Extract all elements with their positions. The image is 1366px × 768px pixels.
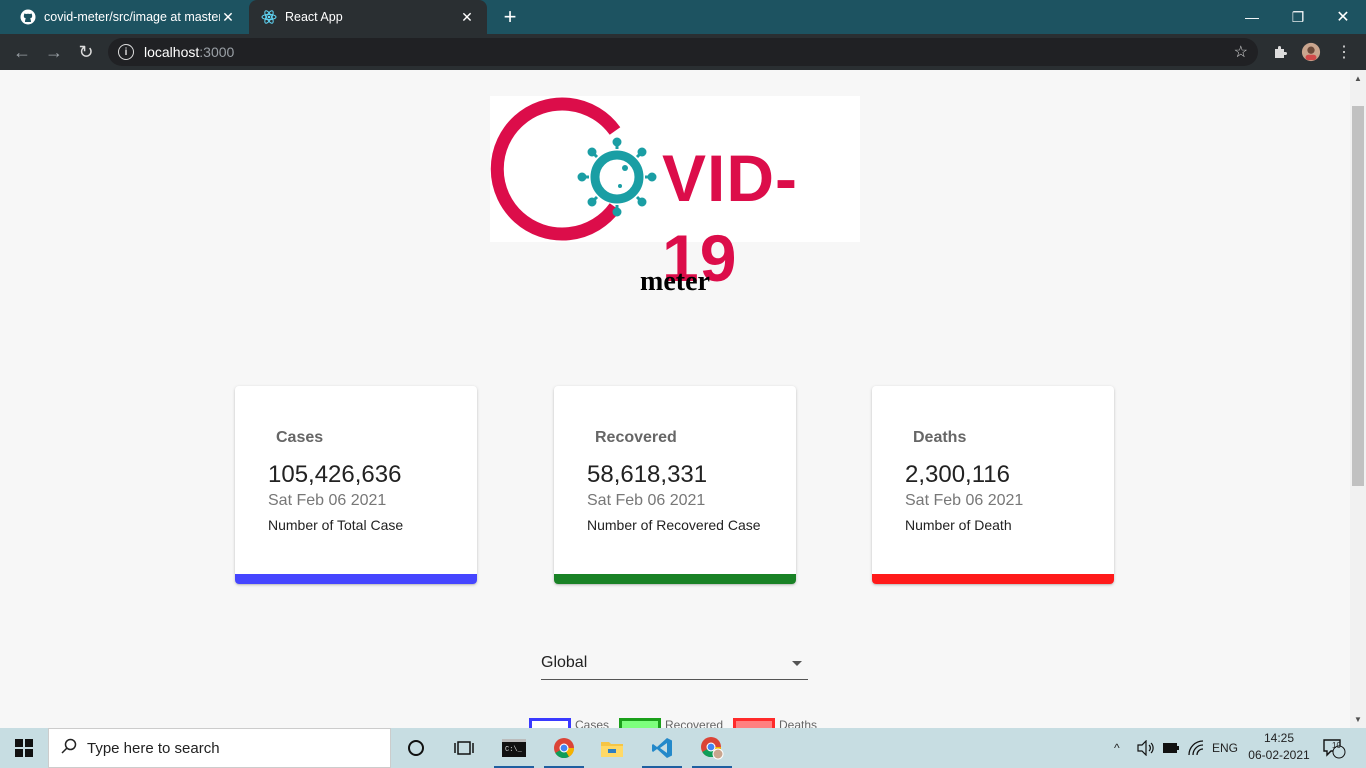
react-icon (261, 9, 277, 25)
vscode-app-icon[interactable] (638, 728, 686, 768)
notification-center-icon[interactable]: 10 (1322, 728, 1346, 768)
legend-item-recovered[interactable]: Recovered (619, 718, 723, 728)
new-tab-button[interactable]: + (498, 5, 522, 29)
extensions-puzzle-icon[interactable] (1270, 42, 1290, 62)
tab-title: React App (285, 10, 343, 24)
task-view-icon[interactable] (440, 728, 488, 768)
restore-icon[interactable]: ❐ (1275, 0, 1321, 34)
recovered-card: Recovered 58,618,331 Sat Feb 06 2021 Num… (554, 386, 796, 584)
card-value: 105,426,636 (268, 461, 402, 488)
close-tab-icon[interactable]: ✕ (459, 9, 475, 26)
page-title: meter (640, 266, 710, 297)
legend-label: Cases (575, 718, 610, 728)
reload-icon[interactable]: ↻ (74, 40, 98, 64)
card-label: Cases (276, 429, 324, 446)
chrome-profile-app-icon[interactable] (688, 728, 736, 768)
volume-icon[interactable] (1137, 728, 1155, 768)
browser-toolbar: ← → ↻ i localhost :3000 ☆ ⋮ (0, 34, 1366, 70)
legend-item-deaths[interactable]: Deaths (733, 718, 817, 728)
tab-github[interactable]: covid-meter/src/image at master ✕ (8, 0, 248, 34)
clock-time: 14:25 (1263, 731, 1295, 745)
dropdown-caret-icon (792, 661, 802, 666)
card-value: 2,300,116 (905, 461, 1010, 488)
scroll-down-icon[interactable]: ▼ (1354, 715, 1362, 724)
legend-swatch (733, 718, 775, 728)
card-accent-bar (235, 574, 477, 584)
system-clock[interactable]: 14:25 06-02-2021 (1244, 730, 1314, 764)
url-port: :3000 (199, 44, 235, 60)
card-accent-bar (554, 574, 796, 584)
legend-label: Deaths (779, 718, 818, 728)
notification-count: 10 (1332, 741, 1341, 750)
deaths-card: Deaths 2,300,116 Sat Feb 06 2021 Number … (872, 386, 1114, 584)
legend-swatch (619, 718, 661, 728)
country-select[interactable]: Global (541, 652, 808, 680)
tab-title: covid-meter/src/image at master (44, 10, 220, 24)
card-date: Sat Feb 06 2021 (268, 492, 387, 509)
card-label: Recovered (595, 429, 677, 446)
scrollbar-thumb[interactable] (1352, 106, 1364, 486)
github-icon (20, 9, 36, 25)
virus-icon (577, 137, 657, 217)
card-accent-bar (872, 574, 1114, 584)
browser-tab-strip: covid-meter/src/image at master ✕ React … (0, 0, 1366, 34)
url-host: localhost (144, 44, 200, 60)
cases-card: Cases 105,426,636 Sat Feb 06 2021 Number… (235, 386, 477, 584)
forward-icon[interactable]: → (42, 40, 66, 64)
scroll-up-icon[interactable]: ▲ (1354, 74, 1362, 83)
page-content: VID-19 meter Cases 105,426,636 Sat Feb 0… (0, 70, 1350, 728)
search-placeholder: Type here to search (87, 739, 220, 757)
taskbar-search-box[interactable]: Type here to search (48, 728, 391, 768)
legend-label: Recovered (665, 718, 724, 728)
input-language[interactable]: ENG (1212, 728, 1238, 768)
covid-logo: VID-19 (490, 96, 860, 295)
back-icon[interactable]: ← (10, 40, 34, 64)
clock-date: 06-02-2021 (1248, 748, 1310, 762)
show-hidden-icons-chevron-icon[interactable]: ^ (1114, 728, 1120, 768)
legend-swatch (529, 718, 571, 728)
windows-start-icon[interactable] (0, 728, 48, 768)
bookmark-star-icon[interactable]: ☆ (1234, 42, 1248, 62)
card-label: Deaths (913, 429, 967, 446)
tab-react-app[interactable]: React App ✕ (249, 0, 487, 34)
file-explorer-icon[interactable] (588, 728, 636, 768)
battery-icon[interactable] (1162, 728, 1180, 768)
card-date: Sat Feb 06 2021 (905, 492, 1024, 509)
windows-taskbar: Type here to search C:\_ ^ ENG 14:25 06-… (0, 728, 1366, 768)
site-info-icon[interactable]: i (118, 44, 134, 60)
close-window-icon[interactable]: ✕ (1320, 0, 1366, 34)
card-value: 58,618,331 (587, 461, 708, 488)
terminal-app-icon[interactable]: C:\_ (490, 728, 538, 768)
svg-text:C:\_: C:\_ (505, 746, 523, 754)
legend-item-cases[interactable]: Cases (529, 718, 609, 728)
cortana-circle-icon[interactable] (392, 728, 440, 768)
address-bar[interactable]: i localhost :3000 ☆ (108, 38, 1258, 66)
card-description: Number of Recovered Case (587, 517, 761, 533)
profile-avatar[interactable] (1301, 42, 1321, 62)
wifi-icon[interactable] (1188, 728, 1204, 768)
close-tab-icon[interactable]: ✕ (220, 9, 236, 26)
card-description: Number of Death (905, 517, 1012, 533)
minimize-icon[interactable]: — (1229, 0, 1275, 34)
chrome-app-icon[interactable] (540, 728, 588, 768)
menu-kebab-icon[interactable]: ⋮ (1334, 42, 1354, 62)
page-scrollbar[interactable]: ▲ ▼ (1350, 70, 1366, 728)
card-description: Number of Total Case (268, 517, 404, 533)
search-icon (61, 738, 77, 759)
country-select-value: Global (541, 654, 588, 671)
card-date: Sat Feb 06 2021 (587, 492, 706, 509)
